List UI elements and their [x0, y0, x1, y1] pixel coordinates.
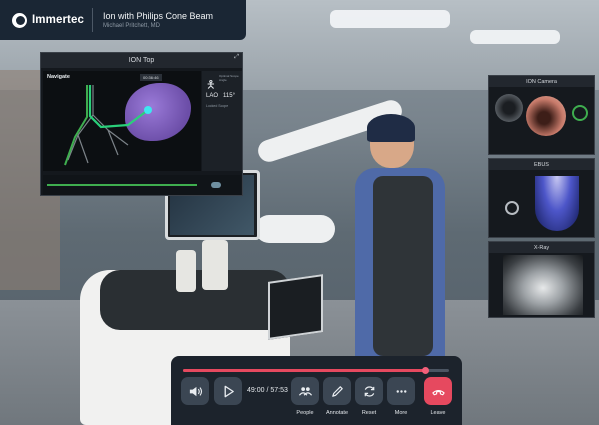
ion-top-panel[interactable]: ION Top ⤢ Navigate 00:36:46 🯅 Optimal Sc…: [40, 52, 243, 196]
hang-up-icon: [431, 389, 445, 395]
view-label: LAO: [206, 93, 219, 99]
progress-thumb[interactable]: [422, 367, 430, 374]
progress-fill: [183, 369, 426, 372]
more-button[interactable]: [387, 377, 415, 405]
speaker-icon: [189, 386, 202, 396]
ceiling-light: [470, 30, 560, 44]
current-time: 49:00: [247, 387, 265, 394]
annotate-button[interactable]: [323, 377, 351, 405]
insertion-track: [43, 175, 241, 195]
camera-thumbnail: [495, 94, 523, 122]
session-subtitle: Michael Pritchett, MD: [103, 23, 161, 29]
brand-name: Immertec: [32, 14, 84, 26]
lock-label: Locked Scope: [206, 104, 229, 108]
catheter-position: [211, 182, 221, 188]
reset-button[interactable]: [355, 377, 383, 405]
ebus-panel[interactable]: EBUS: [488, 158, 595, 238]
xray-view: [489, 253, 594, 317]
camera-view: [489, 87, 594, 154]
more-label: More: [394, 410, 408, 416]
leave-button[interactable]: [424, 377, 452, 405]
angle-value: 115°: [223, 93, 235, 99]
fluoroscopy-image: [503, 255, 583, 315]
leave-label: Leave: [430, 410, 446, 416]
xray-panel-header: X-Ray: [489, 242, 594, 253]
endoscope-view: [526, 96, 566, 136]
navigation-view: Navigate 00:36:46: [43, 71, 201, 171]
expand-icon[interactable]: ⤢: [234, 54, 239, 61]
ebus-panel-header: EBUS: [489, 159, 594, 170]
ceiling-light: [330, 10, 450, 28]
insertion-bar: [47, 184, 197, 186]
ion-timer: 00:36:46: [140, 74, 162, 81]
session-info: Ion with Philips Cone Beam Michael Pritc…: [103, 11, 213, 29]
xray-panel-title: X-Ray: [533, 244, 550, 251]
playback-time: 49:00 / 57:53: [247, 387, 288, 394]
camera-panel-header: ION Camera: [489, 76, 594, 87]
surgeon: [355, 114, 450, 358]
ultrasound-image: [535, 176, 579, 231]
airway-tree-icon: [64, 85, 152, 166]
ion-panel-body: Navigate 00:36:46 🯅 Optimal Scope Angle …: [41, 68, 242, 195]
ebus-panel-title: EBUS: [534, 161, 549, 168]
session-title: Ion with Philips Cone Beam: [103, 11, 214, 21]
total-time: 57:53: [270, 387, 288, 394]
ion-panel-header: ION Top ⤢: [41, 53, 242, 68]
scope-angle-label: Optimal Scope Angle: [219, 74, 239, 82]
volume-button[interactable]: [181, 377, 209, 405]
gauge-icon: [572, 105, 588, 121]
bottle: [202, 240, 228, 290]
pencil-icon: [331, 385, 343, 397]
playback-control-bar: 49:00 / 57:53 People Annotate Reset More…: [171, 356, 462, 425]
brand: Immertec: [0, 12, 92, 28]
xray-panel[interactable]: X-Ray: [488, 241, 595, 318]
scope-angle-panel: 🯅 Optimal Scope Angle LAO 115° Locked Sc…: [202, 71, 242, 171]
play-button[interactable]: [214, 377, 242, 405]
bottle: [176, 250, 196, 292]
refresh-icon: [364, 385, 374, 397]
controller-tablet: [268, 274, 323, 340]
people-icon: [298, 386, 312, 396]
more-dots-icon: [396, 389, 406, 393]
people-button[interactable]: [291, 377, 319, 405]
progress-track[interactable]: [183, 367, 449, 374]
ebus-view: [489, 170, 594, 237]
probe-ring-icon: [505, 201, 519, 215]
immertec-logo-icon: [12, 12, 27, 28]
ion-camera-panel[interactable]: ION Camera: [488, 75, 595, 155]
ion-panel-title: ION Top: [128, 57, 155, 64]
play-icon: [224, 385, 234, 397]
navigate-label: Navigate: [47, 74, 70, 80]
robot-arm: [255, 215, 335, 243]
session-header: Immertec Ion with Philips Cone Beam Mich…: [0, 0, 246, 40]
camera-panel-title: ION Camera: [526, 78, 557, 85]
header-divider: [92, 8, 93, 32]
